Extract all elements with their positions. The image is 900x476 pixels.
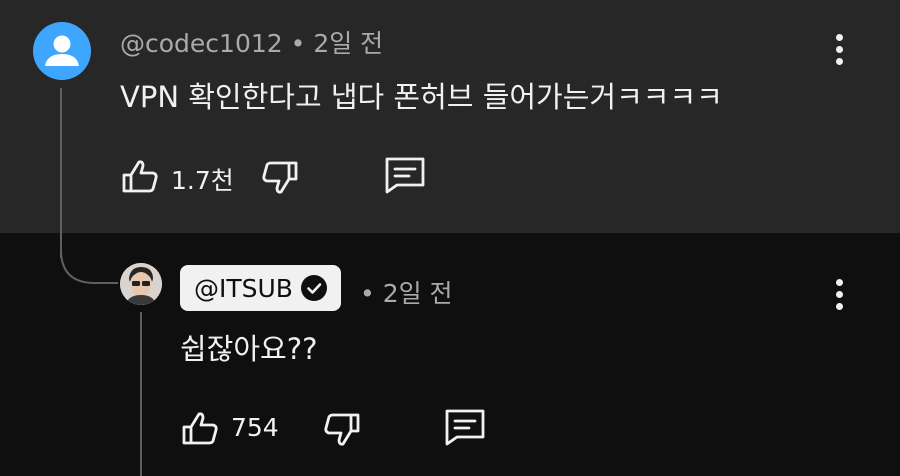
thread-curve: [60, 250, 118, 284]
verified-check-icon: [300, 275, 327, 301]
more-vert-icon: [836, 34, 843, 41]
user-photo: [120, 263, 162, 305]
comment-author-line: @codec1012 • 2일 전: [120, 24, 383, 60]
comment-text: VPN 확인한다고 냅다 폰허브 들어가는거ㅋㅋㅋㅋ: [120, 80, 723, 114]
reply-time[interactable]: 2일 전: [383, 279, 453, 308]
reply-avatar[interactable]: [120, 263, 162, 305]
meta-separator: •: [360, 279, 375, 308]
avatar[interactable]: [33, 22, 91, 80]
like-count: 1.7천: [171, 166, 234, 195]
thumbs-up-icon[interactable]: [120, 156, 160, 196]
reply-author: @ITSUB: [194, 273, 293, 303]
thumbs-down-icon[interactable]: [322, 410, 362, 450]
comment-author[interactable]: @codec1012: [120, 29, 283, 58]
thumbs-down-icon[interactable]: [260, 158, 300, 198]
channel-owner-badge[interactable]: @ITSUB: [180, 265, 341, 311]
reply-time-line: • 2일 전: [360, 274, 453, 310]
person-icon: [45, 35, 79, 66]
reply-thread-line: [140, 312, 142, 476]
more-vert-icon: [836, 279, 843, 286]
thumbs-up-icon[interactable]: [180, 408, 220, 448]
reply-text: 쉽잖아요??: [180, 332, 318, 366]
reply-like-count: 754: [231, 413, 279, 442]
reply-menu-button[interactable]: [824, 275, 854, 315]
meta-separator: •: [290, 29, 306, 58]
comment-time[interactable]: 2일 전: [313, 29, 383, 58]
thread-line: [60, 88, 62, 258]
reply-icon[interactable]: [443, 407, 487, 447]
reply-icon[interactable]: [383, 155, 427, 195]
comment-menu-button[interactable]: [824, 30, 854, 70]
